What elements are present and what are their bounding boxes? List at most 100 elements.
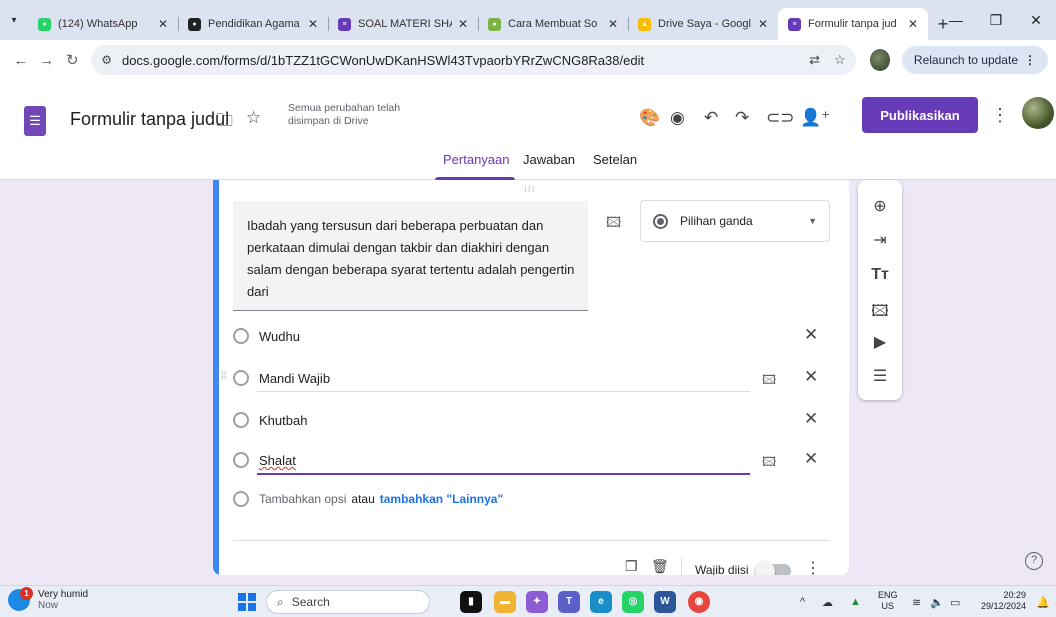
whatsapp-icon[interactable]: ◎ [622, 591, 644, 613]
option-row[interactable]: Wudhu ✕ [213, 321, 849, 351]
add-other-link[interactable]: tambahkan "Lainnya" [380, 492, 503, 506]
site-settings-icon[interactable]: ⚙ [101, 53, 112, 67]
browser-tab-pendidikan[interactable]: ● Pendidikan Agama ✕ [178, 8, 328, 40]
link-icon[interactable]: ⊂⊃ [766, 108, 795, 128]
url-text[interactable]: docs.google.com/forms/d/1bTZZ1tGCWonUwDK… [122, 53, 795, 68]
forward-arrow-icon[interactable]: → [34, 52, 60, 69]
restore-icon[interactable]: ❐ [976, 12, 1016, 29]
add-image-icon[interactable]: 🖾 [762, 371, 776, 393]
radio-unchecked-icon [233, 328, 249, 344]
help-question-icon[interactable]: ? [1025, 552, 1043, 570]
close-icon[interactable]: ✕ [908, 17, 918, 31]
add-question-plus-icon[interactable]: ⊕ [858, 196, 902, 216]
browser-tab-cara-membuat[interactable]: ● Cara Membuat So ✕ [478, 8, 628, 40]
google-forms-logo-icon[interactable]: ☰ [24, 106, 46, 136]
preview-eye-icon[interactable]: ◉ [670, 108, 685, 128]
tray-app-icon[interactable]: ☁ [822, 586, 833, 617]
add-image-icon[interactable]: 🖾 [858, 300, 902, 327]
back-arrow-icon[interactable]: ← [8, 52, 34, 69]
minimize-icon[interactable]: — [936, 12, 976, 28]
close-icon[interactable]: ✕ [308, 17, 318, 31]
reload-icon[interactable]: ↻ [59, 51, 85, 69]
browser-tab-label: Pendidikan Agama [208, 18, 300, 30]
teams-icon[interactable]: T [558, 591, 580, 613]
task-view-icon[interactable]: ▮ [460, 591, 482, 613]
close-icon[interactable]: ✕ [158, 17, 168, 31]
tab-pertanyaan[interactable]: Pertanyaan [443, 152, 510, 167]
remove-option-close-icon[interactable]: ✕ [804, 449, 818, 469]
option-label[interactable]: Wudhu [259, 329, 300, 344]
close-icon[interactable]: ✕ [458, 17, 468, 31]
wifi-icon[interactable]: ≋ [912, 586, 921, 617]
notification-bell-icon[interactable]: 🔔 [1036, 586, 1050, 617]
add-image-icon[interactable]: 🖾 [606, 212, 621, 236]
import-questions-icon[interactable]: ⇥ [858, 230, 902, 250]
option-drag-handle-icon[interactable]: ⁞⁞ [221, 371, 227, 382]
required-toggle[interactable] [755, 561, 791, 575]
copilot-icon[interactable]: ✦ [526, 591, 548, 613]
question-input[interactable]: Ibadah yang tersusun dari beberapa perbu… [233, 201, 588, 311]
clock[interactable]: 20:29 29/12/2024 [978, 590, 1026, 612]
word-icon[interactable]: W [654, 591, 676, 613]
close-icon[interactable]: ✕ [608, 17, 618, 31]
remove-option-close-icon[interactable]: ✕ [804, 325, 818, 345]
browser-profile-avatar[interactable] [869, 49, 890, 71]
palette-icon[interactable]: 🎨 [639, 108, 660, 128]
option-row[interactable]: Shalat 🖾 ✕ [213, 445, 849, 475]
browser-tab-formulir[interactable]: ≡ Formulir tanpa jud ✕ [778, 8, 928, 40]
more-vert-icon[interactable]: ⋮ [805, 558, 821, 575]
tab-setelan[interactable]: Setelan [593, 152, 637, 167]
add-video-icon[interactable]: ▶ [858, 332, 902, 352]
question-text[interactable]: Ibadah yang tersusun dari beberapa perbu… [247, 215, 582, 303]
option-label[interactable]: Mandi Wajib [259, 371, 330, 386]
browser-tab-soal[interactable]: ≡ SOAL MATERI SHA ✕ [328, 8, 478, 40]
tab-search-chevron-icon[interactable]: ▾ [0, 0, 28, 40]
option-row[interactable]: ⁞⁞ Mandi Wajib 🖾 ✕ [213, 363, 849, 393]
relaunch-button[interactable]: Relaunch to update ⋮ [901, 46, 1048, 74]
forms-icon: ≡ [788, 17, 801, 31]
folder-icon[interactable]: 🗀 [216, 108, 233, 137]
add-collaborator-icon[interactable]: 👤⁺ [800, 108, 830, 128]
star-icon[interactable]: ☆ [246, 108, 261, 128]
bookmark-star-icon[interactable]: ☆ [834, 52, 846, 68]
duplicate-icon[interactable]: ❐ [625, 558, 638, 575]
publish-button[interactable]: Publikasikan [862, 97, 978, 133]
more-vert-icon[interactable]: ⋮ [991, 105, 1009, 126]
translate-icon[interactable]: ⇄ [809, 52, 820, 68]
form-title[interactable]: Formulir tanpa judul [70, 109, 229, 130]
url-omnibox[interactable]: ⚙ docs.google.com/forms/d/1bTZZ1tGCWonUw… [91, 45, 856, 75]
add-option-link[interactable]: Tambahkan opsi [259, 492, 346, 506]
add-section-icon[interactable]: ☰ [858, 366, 902, 386]
undo-icon[interactable]: ↶ [704, 108, 718, 128]
question-type-dropdown[interactable]: Pilihan ganda ▼ [640, 200, 830, 242]
battery-icon[interactable]: ▭ [950, 586, 960, 617]
option-row[interactable]: Khutbah ✕ [213, 405, 849, 435]
remove-option-close-icon[interactable]: ✕ [804, 367, 818, 387]
chrome-icon[interactable]: ◉ [688, 591, 710, 613]
language-indicator[interactable]: ENG US [878, 590, 898, 612]
option-label[interactable]: Shalat [259, 453, 296, 468]
question-card[interactable]: ⁝⁝⁝ Ibadah yang tersusun dari beberapa p… [213, 180, 849, 575]
windows-start-icon[interactable] [238, 593, 256, 611]
weather-widget[interactable]: 1 Very humid Now [8, 587, 88, 611]
tray-chevron-up-icon[interactable]: ^ [800, 586, 805, 617]
drive-tray-icon[interactable]: ▲ [850, 586, 861, 617]
browser-tab-label: Drive Saya - Googl [658, 18, 751, 30]
redo-icon[interactable]: ↷ [735, 108, 749, 128]
option-label[interactable]: Khutbah [259, 413, 307, 428]
close-icon[interactable]: ✕ [758, 17, 768, 31]
trash-icon[interactable]: 🗑 [651, 558, 669, 575]
browser-tab-drive[interactable]: ▲ Drive Saya - Googl ✕ [628, 8, 778, 40]
taskbar-search[interactable]: ⌕ Search [266, 590, 430, 614]
edge-icon[interactable]: e [590, 591, 612, 613]
browser-tab-whatsapp[interactable]: ● (124) WhatsApp ✕ [28, 8, 178, 40]
window-close-icon[interactable]: ✕ [1016, 12, 1056, 29]
add-image-icon[interactable]: 🖾 [762, 453, 776, 475]
account-avatar[interactable] [1022, 97, 1054, 129]
drag-handle-icon[interactable]: ⁝⁝⁝ [524, 184, 536, 195]
add-title-text-icon[interactable]: Tт [858, 266, 902, 284]
volume-icon[interactable]: 🔈 [930, 586, 944, 617]
file-explorer-icon[interactable]: ▬ [494, 591, 516, 613]
tab-jawaban[interactable]: Jawaban [523, 152, 575, 167]
remove-option-close-icon[interactable]: ✕ [804, 409, 818, 429]
